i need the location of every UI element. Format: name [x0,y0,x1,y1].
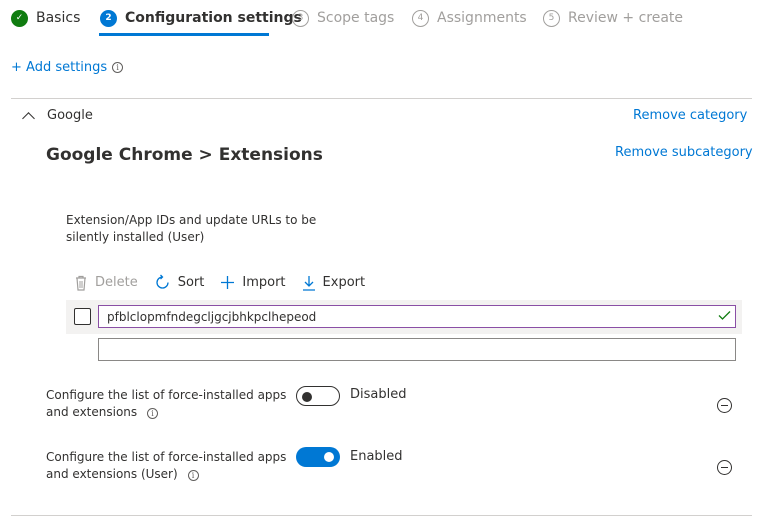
remove-setting-icon[interactable] [717,460,732,475]
checkmark-icon: ✓ [11,9,28,27]
toggle-state-label: Enabled [350,449,403,464]
info-icon[interactable]: i [187,470,199,481]
setting-label-text: Configure the list of force-installed ap… [46,388,287,419]
step-basics[interactable]: ✓ Basics [11,7,80,29]
force-installed-toggle[interactable] [296,386,340,406]
setting-label: Configure the list of force-installed ap… [46,387,291,421]
step-number: 2 [100,9,117,27]
add-settings-label: + Add settings [11,60,108,75]
add-settings-link[interactable]: + Add settings i [11,60,124,75]
import-label: Import [242,275,286,290]
step-assignments[interactable]: 4 Assignments [412,7,527,29]
valid-checkmark-icon [718,311,731,320]
step-number: 3 [292,9,309,27]
list-toolbar: Delete Sort Import Export [74,274,381,291]
remove-setting-icon[interactable] [717,398,732,413]
step-number: 5 [543,9,560,27]
step-scope-tags[interactable]: 3 Scope tags [292,7,394,29]
chevron-up-icon [22,111,35,125]
delete-label: Delete [95,275,138,290]
trash-icon [76,275,86,291]
toggle-state-label: Disabled [350,387,407,402]
info-icon[interactable]: i [146,408,158,419]
toggle-knob [324,452,334,462]
step-configuration-settings[interactable]: 2 Configuration settings [100,7,302,29]
info-icon[interactable]: i [112,62,124,73]
download-icon [302,275,315,291]
remove-category-link[interactable]: Remove category [633,108,747,123]
import-button[interactable]: Import [220,275,286,290]
refresh-icon [156,274,169,289]
step-label: Configuration settings [125,10,302,26]
export-button[interactable]: Export [302,275,366,291]
row-select-checkbox[interactable] [74,308,91,325]
top-divider [11,98,752,99]
delete-button[interactable]: Delete [74,275,138,291]
step-number: 4 [412,9,429,27]
subcategory-title: Google Chrome > Extensions [46,145,323,165]
plus-icon [221,276,235,289]
step-label: Basics [36,10,81,26]
step-label: Review + create [568,10,684,26]
extension-id-input[interactable] [98,305,736,328]
extension-ids-label: Extension/App IDs and update URLs to be … [66,213,317,244]
toggle-knob [302,392,312,402]
sort-label: Sort [177,275,205,290]
export-label: Export [322,275,366,290]
new-extension-id-input[interactable] [98,338,736,361]
step-label: Assignments [437,10,527,26]
force-installed-user-toggle[interactable] [296,447,340,467]
bottom-divider [11,515,752,516]
category-name: Google [47,108,93,123]
active-step-underline [99,33,269,36]
setting-label-text: Configure the list of force-installed ap… [46,450,287,481]
step-label: Scope tags [317,10,395,26]
category-collapse-toggle[interactable]: Google [22,108,93,125]
wizard-steps: ✓ Basics 2 Configuration settings 3 Scop… [0,0,778,40]
step-review-create[interactable]: 5 Review + create [543,7,683,29]
remove-subcategory-link[interactable]: Remove subcategory [615,145,753,160]
setting-label: Configure the list of force-installed ap… [46,449,291,483]
sort-button[interactable]: Sort [154,274,205,291]
